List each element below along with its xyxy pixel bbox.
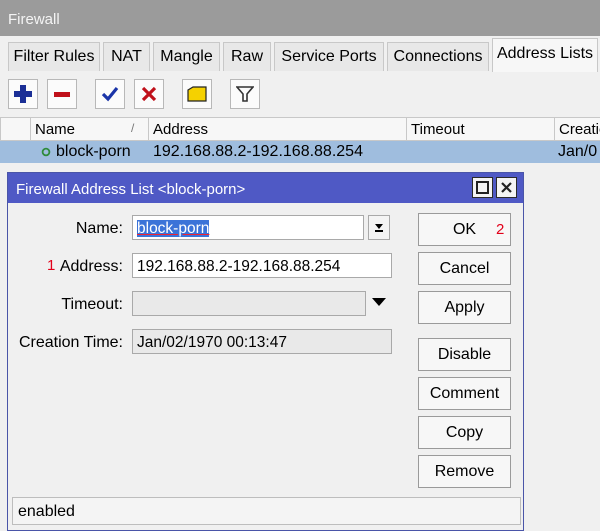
address-field[interactable]: 192.168.88.2-192.168.88.254: [132, 253, 392, 278]
tab-filter-rules[interactable]: Filter Rules: [8, 42, 100, 71]
status-dot-icon: [41, 147, 51, 157]
arrow-down-bar-icon: [375, 224, 383, 232]
remove-button[interactable]: [47, 79, 77, 109]
cancel-button[interactable]: Cancel: [418, 252, 511, 285]
column-header-name[interactable]: Name /: [30, 118, 148, 140]
add-button[interactable]: [8, 79, 38, 109]
ok-button-label: OK: [452, 220, 477, 238]
enable-button[interactable]: [95, 79, 125, 109]
row-address: 192.168.88.2-192.168.88.254: [153, 143, 363, 160]
copy-button[interactable]: Copy: [418, 416, 511, 449]
sort-indicator-icon: /: [131, 121, 135, 135]
ok-button[interactable]: OK 2: [418, 213, 511, 246]
disable-rule-button[interactable]: Disable: [418, 338, 511, 371]
tab-raw[interactable]: Raw: [223, 42, 271, 71]
column-header-timeout[interactable]: Timeout: [406, 118, 554, 140]
column-header-blank: [0, 118, 30, 140]
ok-marker: 2: [496, 221, 505, 238]
close-icon: [501, 182, 512, 193]
tab-connections[interactable]: Connections: [387, 42, 489, 71]
creation-time-field: Jan/02/1970 00:13:47: [132, 329, 392, 354]
name-field-value: block-porn: [137, 220, 210, 237]
address-list-dialog: Firewall Address List <block-porn> Name:…: [7, 172, 524, 531]
filter-button[interactable]: [230, 79, 260, 109]
tab-bar: Filter Rules NAT Mangle Raw Service Port…: [0, 36, 600, 73]
table-header: Name / Address Timeout Creatio: [0, 117, 600, 141]
minus-icon: [54, 92, 70, 97]
tab-service-ports[interactable]: Service Ports: [274, 42, 384, 71]
table-row[interactable]: block-porn 192.168.88.2-192.168.88.254 J…: [0, 141, 600, 163]
toolbar: [0, 72, 600, 116]
row-name: block-porn: [56, 143, 131, 160]
maximize-icon: [476, 181, 489, 194]
dialog-title: Firewall Address List <block-porn>: [16, 181, 246, 198]
name-field[interactable]: block-porn: [132, 215, 364, 240]
comment-button[interactable]: [182, 79, 212, 109]
comment-icon: [187, 86, 207, 102]
disable-button[interactable]: [134, 79, 164, 109]
address-label: Address:: [59, 258, 123, 275]
maximize-button[interactable]: [472, 177, 493, 198]
row-creation-time: Jan/0: [558, 143, 598, 160]
column-header-address[interactable]: Address: [148, 118, 406, 140]
creation-time-label: Creation Time:: [18, 334, 123, 351]
timeout-field[interactable]: [132, 291, 366, 316]
apply-button[interactable]: Apply: [418, 291, 511, 324]
tab-address-lists[interactable]: Address Lists: [492, 38, 598, 72]
cross-icon: [141, 86, 157, 102]
name-dropdown-button[interactable]: [368, 215, 390, 240]
timeout-label: Timeout:: [61, 296, 123, 313]
column-header-name-label: Name: [35, 121, 76, 138]
check-icon: [101, 86, 119, 102]
name-label: Name:: [75, 220, 123, 237]
timeout-dropdown-icon[interactable]: [372, 298, 386, 307]
tab-mangle[interactable]: Mangle: [153, 42, 220, 71]
remove-rule-button[interactable]: Remove: [418, 455, 511, 488]
comment-rule-button[interactable]: Comment: [418, 377, 511, 410]
filter-icon: [236, 86, 254, 102]
plus-icon: [14, 85, 32, 103]
status-bar: enabled: [12, 497, 521, 525]
window-title: Firewall: [0, 0, 600, 36]
close-button[interactable]: [496, 177, 517, 198]
dialog-title-bar: Firewall Address List <block-porn>: [8, 173, 523, 203]
column-header-creation-time[interactable]: Creatio: [554, 118, 600, 140]
tab-nat[interactable]: NAT: [103, 42, 150, 71]
